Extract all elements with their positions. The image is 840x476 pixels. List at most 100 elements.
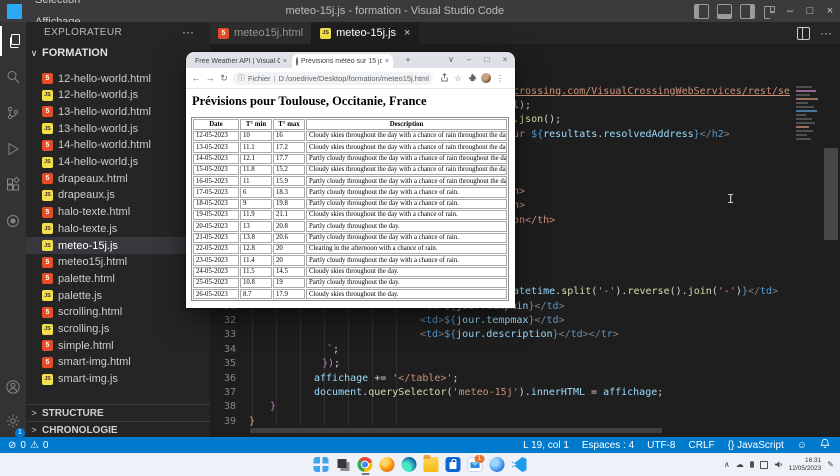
- forecast-table: Date T° min T° max Description 12-05-2023 10…: [191, 117, 509, 302]
- code-token: ;: [333, 343, 340, 355]
- indentation[interactable]: Espaces : 4: [582, 440, 634, 451]
- forecast-row: 17-05-2023 6 18.3 Partly cloudy throughout …: [193, 187, 507, 198]
- copilot-icon[interactable]: [489, 457, 505, 472]
- browser-tab-label: Free Weather API | Visual Cross: [195, 57, 280, 65]
- vertical-scrollbar-thumb[interactable]: [824, 148, 838, 240]
- reload-icon[interactable]: ↻: [217, 73, 231, 84]
- line-number: 38: [223, 401, 236, 413]
- forecast-cell: 18.3: [273, 187, 305, 198]
- taskbar-clock[interactable]: 16:31 12/05/2023: [789, 457, 822, 472]
- forecast-cell: Clearing in the afternoon with a chance …: [306, 243, 507, 255]
- browser-tab-strip: Free Weather API | Visual Cross × Prévis…: [186, 52, 515, 68]
- forecast-row: 21-05-2023 13.8 20.6 Partly cloudy througho…: [193, 232, 507, 243]
- line-number: 34: [223, 343, 236, 355]
- feedback-icon[interactable]: ☺: [797, 440, 807, 451]
- minimap-line: [796, 94, 810, 96]
- minimap-line: [796, 102, 808, 104]
- forecast-cell: 13.8: [240, 232, 272, 243]
- code-token: join: [687, 286, 712, 298]
- line-number: 32: [223, 315, 236, 327]
- forecast-row: 24-05-2023 11.5 14.5 Cloudy skies throughou…: [193, 266, 507, 277]
- code-token: >: [772, 286, 779, 298]
- forward-icon[interactable]: →: [203, 73, 217, 83]
- warnings-icon: ⚠: [29, 439, 39, 451]
- extensions-puzzle-icon[interactable]: [465, 73, 479, 84]
- notifications-pen-icon[interactable]: ✎: [827, 460, 834, 469]
- browser-menu-chevron-icon[interactable]: ∨: [443, 52, 459, 68]
- forecast-row: 14-05-2023 12.1 17.7 Partly cloudy througho…: [193, 153, 507, 164]
- forecast-cell: 16-05-2023: [193, 176, 239, 187]
- minimap-line: [796, 126, 809, 128]
- warnings-count: 0: [42, 439, 49, 451]
- language-mode[interactable]: {} JavaScript: [728, 440, 784, 451]
- forecast-cell: 21-05-2023: [193, 232, 239, 243]
- browser-tab-active[interactable]: Prévisions météo sur 15 jours ×: [292, 54, 393, 68]
- minimap-line: [796, 130, 813, 132]
- browser-maximize-button[interactable]: □: [479, 52, 495, 68]
- forecast-cell: Partly cloudy throughout the day with a …: [306, 153, 507, 164]
- code-token: ${: [444, 329, 457, 341]
- code-token: >: [558, 300, 565, 312]
- close-tab-icon[interactable]: ×: [382, 58, 389, 65]
- firefox-icon[interactable]: [379, 457, 395, 472]
- code-token: ;: [452, 372, 459, 384]
- horizontal-scrollbar-thumb[interactable]: [250, 428, 662, 433]
- forecast-cell: 11: [240, 176, 272, 187]
- code-token: td: [546, 300, 559, 312]
- notifications-bell-icon[interactable]: [820, 438, 830, 452]
- file-explorer-icon[interactable]: [423, 455, 439, 472]
- browser-menu-dots-icon[interactable]: ⋮: [493, 74, 507, 83]
- taskbar-center: 1: [313, 453, 527, 476]
- microsoft-store-icon[interactable]: [445, 457, 461, 472]
- problems-status[interactable]: ⊘ 0 ⚠ 0: [0, 440, 48, 451]
- cursor-position[interactable]: L 19, col 1: [523, 440, 569, 451]
- minimap[interactable]: [793, 44, 822, 437]
- minimap-line: [796, 114, 806, 116]
- browser-tab-inactive[interactable]: Free Weather API | Visual Cross ×: [188, 54, 291, 68]
- forecast-row: 16-05-2023 11 15.9 Partly cloudy throughout…: [193, 176, 507, 187]
- task-view-icon[interactable]: [335, 457, 351, 472]
- code-token: split: [561, 286, 592, 298]
- tray-chevron-up-icon[interactable]: ∧: [724, 460, 730, 469]
- speaker-icon[interactable]: [774, 456, 783, 474]
- vertical-scrollbar[interactable]: [822, 44, 840, 437]
- forecast-cell: Cloudy skies throughout the day with a c…: [306, 142, 507, 153]
- bookmark-star-icon[interactable]: ☆: [451, 74, 465, 83]
- forecast-cell: 19-05-2023: [193, 210, 239, 221]
- browser-tab-label: Prévisions météo sur 15 jours: [301, 57, 382, 65]
- forecast-cell: 9: [240, 198, 272, 210]
- browser-profile-avatar[interactable]: [481, 73, 491, 83]
- code-line: <td>${jour.tempmax}</td>: [420, 314, 565, 328]
- display-cast-icon[interactable]: [759, 460, 768, 469]
- indent-guide: [396, 298, 397, 426]
- start-button-icon[interactable]: [313, 457, 329, 472]
- globe-favicon: [296, 56, 298, 66]
- new-tab-button[interactable]: +: [402, 54, 414, 66]
- forecast-cell: Cloudy skies throughout the day.: [306, 266, 507, 277]
- code-token: </: [588, 329, 601, 341]
- browser-close-button[interactable]: ×: [497, 52, 513, 68]
- vscode-taskbar-icon[interactable]: [511, 457, 527, 472]
- code-token: crossing.com/VisualCrossingWebServices/r…: [513, 85, 790, 97]
- forecast-cell: 8.7: [240, 289, 272, 300]
- forecast-cell: 12.8: [240, 243, 272, 255]
- forecast-cell: 21.1: [273, 210, 305, 221]
- microphone-icon[interactable]: [749, 461, 754, 468]
- code-line: });: [322, 357, 340, 371]
- address-bar[interactable]: ⓘ Fichier | D:/onedrive/Desktop/formatio…: [233, 71, 433, 85]
- line-number: 39: [223, 415, 236, 427]
- back-icon[interactable]: ←: [189, 73, 203, 83]
- onedrive-cloud-icon[interactable]: ☁: [736, 460, 744, 469]
- encoding[interactable]: UTF-8: [647, 440, 675, 451]
- indent-guide: [372, 298, 373, 426]
- edge-icon[interactable]: [401, 457, 417, 472]
- mail-icon[interactable]: 1: [467, 455, 485, 472]
- chrome-icon[interactable]: [357, 457, 373, 475]
- close-tab-icon[interactable]: ×: [280, 58, 287, 65]
- share-icon[interactable]: [437, 72, 451, 84]
- eol-sequence[interactable]: CRLF: [689, 440, 715, 451]
- forecast-cell: 13: [240, 221, 272, 232]
- forecast-cell: Partly cloudy throughout the day with a …: [306, 198, 507, 210]
- code-line: crossing.com/VisualCrossingWebServices/r…: [513, 85, 790, 99]
- browser-minimize-button[interactable]: –: [461, 52, 477, 68]
